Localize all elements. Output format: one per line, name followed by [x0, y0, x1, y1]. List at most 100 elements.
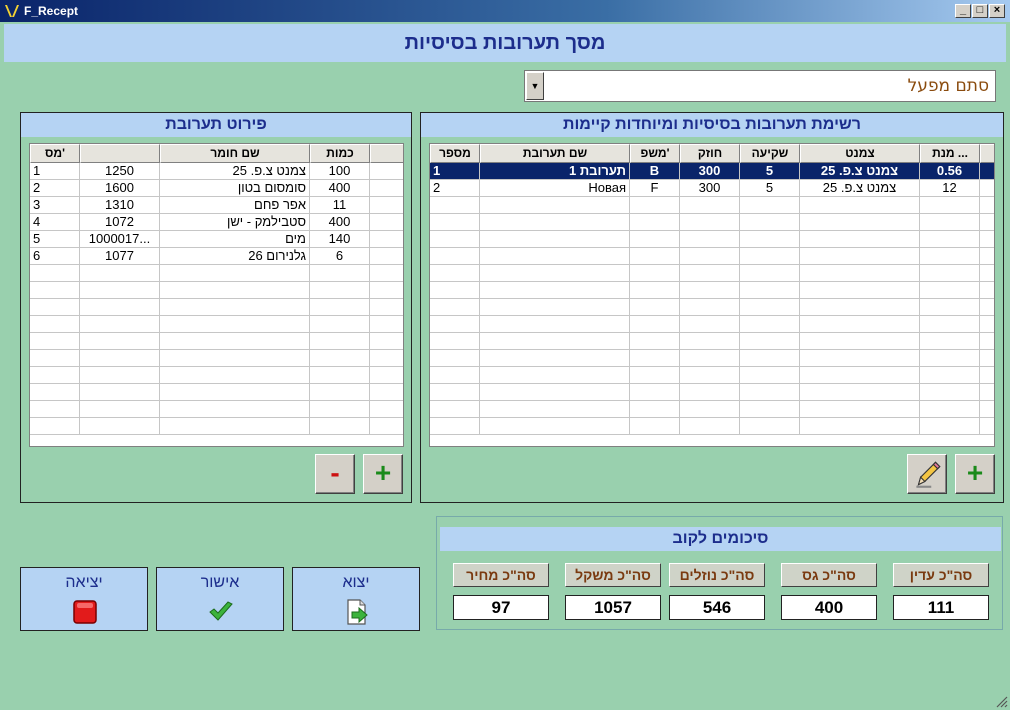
col-header-code[interactable] — [80, 144, 160, 163]
window-titlebar: F_Recept _ □ × — [0, 0, 1010, 22]
table-cell — [680, 231, 740, 248]
table-cell: 1 — [30, 163, 80, 180]
table-row[interactable] — [430, 401, 994, 418]
col-header-material[interactable]: שם חומר — [160, 144, 310, 163]
table-row[interactable] — [30, 316, 403, 333]
close-button[interactable]: × — [989, 4, 1005, 18]
table-row[interactable]: 1 תערובת 1 B 300 5 צמנט צ.פ. 25 0.56 — [430, 163, 994, 180]
table-cell — [800, 197, 920, 214]
table-row[interactable]: 6 1077 גלנירום 26 6 — [30, 248, 403, 265]
table-row[interactable] — [30, 299, 403, 316]
table-row[interactable] — [30, 401, 403, 418]
table-cell — [680, 333, 740, 350]
mixtures-grid-header: מספר שם תערובת משפ' חוזק שקיעה צמנט מנת … — [430, 144, 994, 163]
table-cell: 6 — [310, 248, 370, 265]
table-cell: 1310 — [80, 197, 160, 214]
table-cell — [310, 418, 370, 435]
table-cell — [740, 367, 800, 384]
factory-select[interactable]: ▼ סתם מפעל — [524, 70, 996, 102]
table-row[interactable] — [430, 418, 994, 435]
col-header-quantity[interactable]: כמות — [310, 144, 370, 163]
table-cell — [920, 248, 980, 265]
table-row[interactable] — [430, 248, 994, 265]
table-row[interactable]: 2 1600 סומסום בטון 400 — [30, 180, 403, 197]
table-row[interactable] — [30, 282, 403, 299]
table-row[interactable]: 3 1310 אפר פחם 11 — [30, 197, 403, 214]
table-cell — [430, 265, 480, 282]
table-cell — [920, 231, 980, 248]
col-header-row-number[interactable]: מס' — [30, 144, 80, 163]
table-cell — [680, 350, 740, 367]
chevron-down-icon[interactable]: ▼ — [526, 72, 544, 100]
table-row[interactable] — [30, 384, 403, 401]
export-button[interactable]: יצוא — [292, 567, 420, 631]
table-cell: צמנט צ.פ. 25 — [160, 163, 310, 180]
table-row[interactable] — [30, 333, 403, 350]
table-cell — [370, 282, 403, 299]
table-cell — [310, 299, 370, 316]
table-cell: 11 — [310, 197, 370, 214]
col-header-dose[interactable]: מנת ... — [920, 144, 980, 163]
details-grid[interactable]: מס' שם חומר כמות 1 1250 צמנט צ.פ. 25 100 2 16… — [29, 143, 404, 447]
edit-mixture-button[interactable] — [907, 454, 947, 494]
resize-grip-icon[interactable] — [994, 694, 1008, 708]
table-cell — [30, 299, 80, 316]
table-cell — [980, 384, 994, 401]
table-row[interactable] — [430, 197, 994, 214]
table-row[interactable]: 1 1250 צמנט צ.פ. 25 100 — [30, 163, 403, 180]
table-row[interactable] — [430, 265, 994, 282]
confirm-button[interactable]: אישור — [156, 567, 284, 631]
col-header-cement[interactable]: צמנט — [800, 144, 920, 163]
table-row[interactable] — [430, 282, 994, 299]
pencil-icon — [916, 461, 941, 488]
table-row[interactable] — [430, 333, 994, 350]
table-row[interactable] — [430, 350, 994, 367]
table-cell — [980, 180, 994, 197]
add-mixture-button[interactable]: + — [955, 454, 995, 494]
table-row[interactable] — [430, 316, 994, 333]
mixtures-grid[interactable]: מספר שם תערובת משפ' חוזק שקיעה צמנט מנת … — [429, 143, 995, 447]
col-header-slump[interactable]: שקיעה — [740, 144, 800, 163]
table-row[interactable] — [430, 231, 994, 248]
table-row[interactable]: 4 1072 סטבילמק - ישן 400 — [30, 214, 403, 231]
exit-label: יציאה — [65, 574, 103, 591]
table-cell — [480, 214, 630, 231]
col-header-strength[interactable]: חוזק — [680, 144, 740, 163]
table-row[interactable] — [30, 418, 403, 435]
table-cell — [480, 282, 630, 299]
table-cell: 1000017... — [80, 231, 160, 248]
table-cell — [980, 299, 994, 316]
table-cell — [370, 418, 403, 435]
table-row[interactable]: 2 Новая F 300 5 צמנט צ.פ. 25 12 — [430, 180, 994, 197]
maximize-button[interactable]: □ — [972, 4, 988, 18]
table-cell — [630, 214, 680, 231]
summary-title: סיכומים לקוב — [440, 527, 1001, 551]
table-cell — [430, 316, 480, 333]
table-row[interactable] — [430, 299, 994, 316]
total-fine-label: סה"כ עדין — [893, 563, 989, 587]
table-cell: מים — [160, 231, 310, 248]
col-header-family[interactable]: משפ' — [630, 144, 680, 163]
col-header-number[interactable]: מספר — [430, 144, 480, 163]
table-row[interactable] — [30, 265, 403, 282]
minimize-button[interactable]: _ — [955, 4, 971, 18]
details-panel: פירוט תערובת מס' שם חומר כמות 1 1250 צמנט … — [20, 112, 412, 503]
add-material-button[interactable]: + — [363, 454, 403, 494]
table-row[interactable] — [30, 367, 403, 384]
table-cell — [980, 401, 994, 418]
table-row[interactable]: 5 1000017... מים 140 — [30, 231, 403, 248]
table-cell — [980, 282, 994, 299]
table-cell — [310, 265, 370, 282]
table-row[interactable] — [430, 214, 994, 231]
exit-button[interactable]: יציאה — [20, 567, 148, 631]
table-cell: 1600 — [80, 180, 160, 197]
col-header-mix-name[interactable]: שם תערובת — [480, 144, 630, 163]
table-row[interactable] — [430, 384, 994, 401]
table-cell — [800, 299, 920, 316]
table-cell — [980, 163, 994, 180]
table-row[interactable] — [30, 350, 403, 367]
table-cell — [160, 350, 310, 367]
table-cell — [920, 299, 980, 316]
table-row[interactable] — [430, 367, 994, 384]
remove-material-button[interactable]: - — [315, 454, 355, 494]
